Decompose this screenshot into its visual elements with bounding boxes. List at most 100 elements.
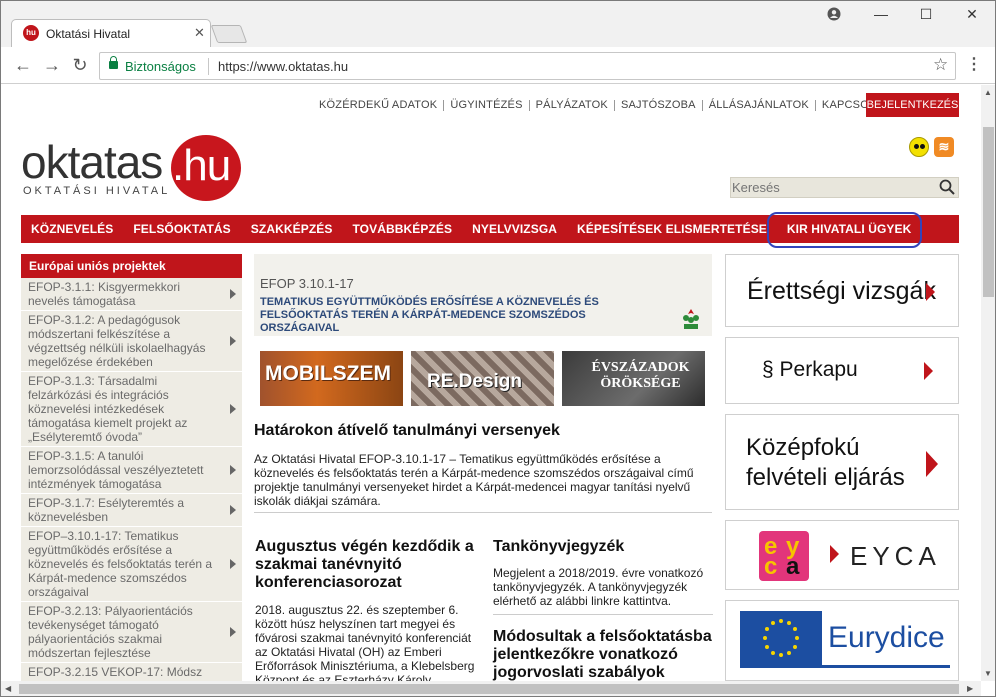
search-icon[interactable] (939, 179, 955, 195)
toplink-ugyintezes[interactable]: ÜGYINTÉZÉS (444, 99, 530, 111)
sidebar-item-label: EFOP-3.2.13: Pályaorientációs tevékenysé… (28, 604, 193, 660)
article-body: Megjelent a 2018/2019. évre vonatkozó ta… (493, 566, 704, 608)
reload-icon[interactable]: ↻ (68, 53, 92, 77)
browser-tab[interactable]: hu Oktatási Hivatal ✕ (11, 19, 211, 48)
sidebar-item-label: EFOP-3.1.7: Esélyteremtés a köznevelésbe… (28, 496, 185, 524)
box-label: EYCA (850, 541, 941, 571)
nav-tovabbkepzes[interactable]: TOVÁBBKÉPZÉS (342, 215, 462, 243)
search-box (730, 177, 959, 198)
nav-nyelvvizsga[interactable]: NYELVVIZSGA (462, 215, 567, 243)
logo-subtitle: OKTATÁSI HIVATAL (23, 185, 171, 197)
highlight-annotation (767, 212, 922, 248)
efop-code: EFOP 3.10.1-17 (260, 276, 354, 291)
arrow-right-icon (230, 289, 236, 299)
address-bar[interactable]: Biztonságos https://www.oktatas.hu ☆ (99, 52, 956, 80)
vertical-scrollbar[interactable]: ▲ ▼ (981, 85, 995, 681)
article: Módosultak a felsőoktatásba jelentkezőkr… (493, 628, 715, 681)
article-body: Az Oktatási Hivatal EFOP-3.10.1-17 – Tem… (254, 452, 694, 508)
sidebar-item[interactable]: EFOP–3.10.1-17: Tematikus együttműködés … (21, 527, 242, 602)
box-kozepfoku[interactable]: Középfokú felvételi eljárás (725, 414, 959, 510)
profile-icon[interactable] (814, 4, 854, 24)
scroll-thumb[interactable] (19, 684, 959, 694)
arrow-right-icon (230, 465, 236, 475)
arrow-right-icon (230, 404, 236, 414)
scroll-down-icon[interactable]: ▼ (984, 669, 992, 678)
maximize-icon[interactable]: ☐ (906, 4, 946, 24)
arrow-right-icon (230, 559, 236, 569)
utility-links: KÖZÉRDEKŰ ADATOK ÜGYINTÉZÉS PÁLYÁZATOK S… (313, 95, 895, 115)
sidebar-item-label: EFOP-3.1.2: A pedagógusok módszertani fe… (28, 313, 206, 369)
eyca-logo-icon: ey ca (759, 531, 809, 581)
horizontal-scrollbar[interactable]: ◀ ▶ (1, 681, 981, 696)
nav-felsooktatas[interactable]: FELSŐOKTATÁS (123, 215, 240, 243)
sidebar-item-label: EFOP–3.10.1-17: Tematikus együttműködés … (28, 529, 213, 599)
new-tab-button[interactable] (210, 25, 248, 43)
minimize-icon[interactable]: — (861, 4, 901, 24)
site-logo[interactable]: oktatas .hu OKTATÁSI HIVATAL (21, 135, 251, 205)
box-eurydice[interactable]: Eurydice (725, 600, 959, 681)
url-text[interactable]: https://www.oktatas.hu (218, 59, 348, 74)
divider (254, 512, 712, 513)
sidebar-item[interactable]: EFOP-3.1.5: A tanulói lemorzsolódással v… (21, 447, 242, 494)
nav-kepesitesek[interactable]: KÉPESÍTÉSEK ELISMERTETÉSE (567, 215, 777, 243)
sidebar-item[interactable]: EFOP-3.1.1: Kisgyermekkori nevelés támog… (21, 278, 242, 311)
sidebar-item-label: EFOP-3.1.5: A tanulói lemorzsolódással v… (28, 449, 204, 491)
banner-label: MOBILSZEM (265, 362, 391, 385)
eu-flag-icon (740, 611, 822, 665)
back-icon[interactable]: ← (11, 53, 35, 77)
article: Határokon átívelő tanulmányi versenyek A… (254, 422, 712, 508)
arrow-right-icon (230, 627, 236, 637)
article: Tankönyvjegyzék Megjelent a 2018/2019. é… (493, 538, 713, 608)
toplink-palyazatok[interactable]: PÁLYÁZATOK (530, 99, 615, 111)
sidebar-item[interactable]: EFOP-3.1.7: Esélyteremtés a köznevelésbe… (21, 494, 242, 527)
title-bar: hu Oktatási Hivatal ✕ — ☐ ✕ (1, 1, 995, 48)
nav-szakkepzes[interactable]: SZAKKÉPZÉS (241, 215, 343, 243)
forward-icon[interactable]: → (40, 53, 64, 77)
toplink-allasajanlatok[interactable]: ÁLLÁSAJÁNLATOK (703, 99, 816, 111)
sidebar-item-label: EFOP-3.2.15 VEKOP-17: Módsz (28, 665, 203, 679)
scroll-right-icon[interactable]: ▶ (967, 684, 973, 693)
article-title[interactable]: Módosultak a felsőoktatásba jelentkezőkr… (493, 628, 715, 681)
article-title[interactable]: Határokon átívelő tanulmányi versenyek (254, 422, 712, 440)
emblem-icon (683, 309, 699, 329)
rss-icon[interactable]: ≋ (934, 137, 954, 157)
box-label: Középfokú felvételi eljárás (746, 434, 905, 491)
article-title[interactable]: Tankönyvjegyzék (493, 538, 713, 556)
box-eyca[interactable]: ey ca EYCA (725, 520, 959, 590)
article: Augusztus végén kezdődik a szakmai tanév… (255, 538, 477, 681)
nav-koznevelés[interactable]: KÖZNEVELÉS (21, 215, 123, 243)
tab-close-icon[interactable]: ✕ (194, 25, 205, 41)
banner-evszazadok[interactable]: ÉVSZÁZADOK ÖRÖKSÉGE (562, 351, 705, 406)
toplink-kozerdeku[interactable]: KÖZÉRDEKŰ ADATOK (313, 99, 445, 111)
box-perkapu[interactable]: § Perkapu (725, 337, 959, 404)
search-input[interactable] (731, 178, 936, 197)
lock-icon (109, 56, 118, 69)
banner-redesign[interactable]: RE.Design (411, 351, 554, 406)
article-title[interactable]: Augusztus végén kezdődik a szakmai tanév… (255, 538, 477, 592)
sidebar-heading: Európai uniós projektek (21, 254, 242, 278)
sidebar-item[interactable]: EFOP-3.1.2: A pedagógusok módszertani fe… (21, 311, 242, 372)
sidebar-item[interactable]: EFOP-3.2.15 VEKOP-17: Módsz (21, 663, 242, 681)
sidebar-item[interactable]: EFOP-3.1.3: Társadalmi felzárkózási és i… (21, 372, 242, 447)
banner-mobilszem[interactable]: MOBILSZEM (260, 351, 403, 406)
efop-description: TEMATIKUS EGYÜTTMŰKÖDÉS ERŐSÍTÉSE A KÖZN… (260, 296, 599, 334)
sidebar-item[interactable]: EFOP-3.2.13: Pályaorientációs tevékenysé… (21, 602, 242, 663)
arrow-right-icon (926, 283, 935, 301)
divider (740, 665, 950, 668)
arrow-right-icon (230, 505, 236, 515)
article-body: 2018. augusztus 22. és szeptember 6. köz… (255, 603, 475, 681)
browser-window: hu Oktatási Hivatal ✕ — ☐ ✕ ← → ↻ Bizton… (0, 0, 996, 697)
scroll-up-icon[interactable]: ▲ (984, 88, 992, 97)
bookmark-star-icon[interactable]: ☆ (933, 55, 948, 75)
accessibility-icon[interactable] (909, 137, 929, 157)
close-window-icon[interactable]: ✕ (952, 4, 992, 24)
login-button[interactable]: BEJELENTKEZÉS (866, 93, 959, 117)
divider (493, 614, 713, 615)
browser-menu-icon[interactable]: ⋮ (966, 54, 982, 74)
banner-label: RE.Design (427, 371, 523, 392)
toplink-sajtoszoba[interactable]: SAJTÓSZOBA (615, 99, 703, 111)
box-erettsegi[interactable]: Érettségi vizsgák (725, 254, 959, 327)
efop-banner[interactable]: EFOP 3.10.1-17 TEMATIKUS EGYÜTTMŰKÖDÉS E… (254, 254, 712, 336)
scroll-thumb[interactable] (983, 127, 994, 297)
scroll-left-icon[interactable]: ◀ (5, 684, 11, 693)
